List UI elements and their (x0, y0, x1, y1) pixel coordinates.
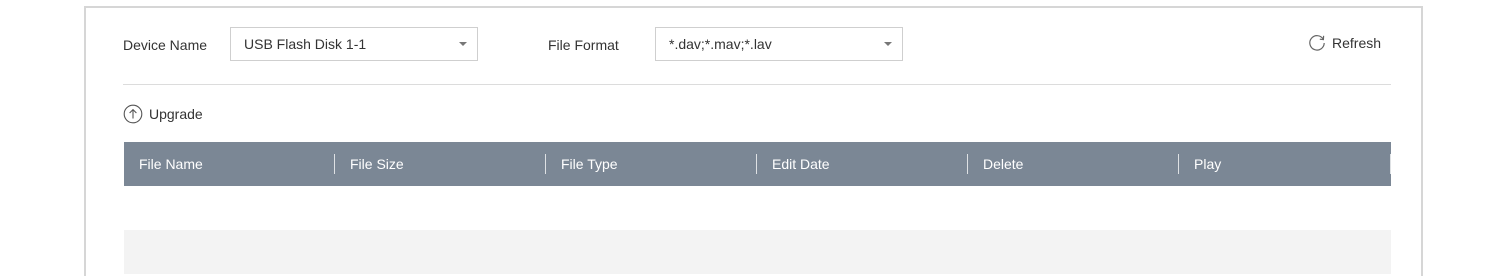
upgrade-button[interactable]: Upgrade (123, 104, 203, 124)
column-header-label: File Size (350, 156, 404, 172)
refresh-label: Refresh (1332, 35, 1382, 51)
divider (123, 84, 1391, 85)
column-header-play[interactable]: Play (1179, 142, 1391, 186)
column-header-label: File Type (561, 156, 618, 172)
table-header: File Name File Size File Type Edit Date … (124, 142, 1391, 186)
column-header-file-type[interactable]: File Type (546, 142, 757, 186)
table-row (124, 230, 1391, 274)
column-header-file-size[interactable]: File Size (335, 142, 546, 186)
device-name-value: USB Flash Disk 1-1 (244, 36, 367, 52)
column-header-label: Edit Date (772, 156, 830, 172)
refresh-icon (1307, 33, 1332, 53)
device-name-select[interactable]: USB Flash Disk 1-1 (230, 27, 478, 61)
table-row (124, 186, 1391, 230)
file-manager-panel: Device Name USB Flash Disk 1-1 File Form… (84, 6, 1423, 276)
caret-down-icon (449, 28, 477, 60)
file-format-label: File Format (548, 37, 619, 53)
file-format-value: *.dav;*.mav;*.lav (669, 36, 772, 52)
column-header-delete[interactable]: Delete (968, 142, 1179, 186)
upgrade-label: Upgrade (149, 106, 203, 122)
column-header-label: Play (1194, 156, 1222, 172)
file-table: File Name File Size File Type Edit Date … (124, 142, 1391, 274)
column-separator (1390, 154, 1391, 174)
refresh-button[interactable]: Refresh (1307, 33, 1381, 53)
upgrade-arrow-circle-icon (123, 104, 149, 124)
column-header-label: Delete (983, 156, 1024, 172)
column-header-file-name[interactable]: File Name (124, 142, 335, 186)
column-header-edit-date[interactable]: Edit Date (757, 142, 968, 186)
file-format-select[interactable]: *.dav;*.mav;*.lav (655, 27, 903, 61)
caret-down-icon (874, 28, 902, 60)
device-name-label: Device Name (123, 37, 208, 53)
column-header-label: File Name (139, 156, 203, 172)
